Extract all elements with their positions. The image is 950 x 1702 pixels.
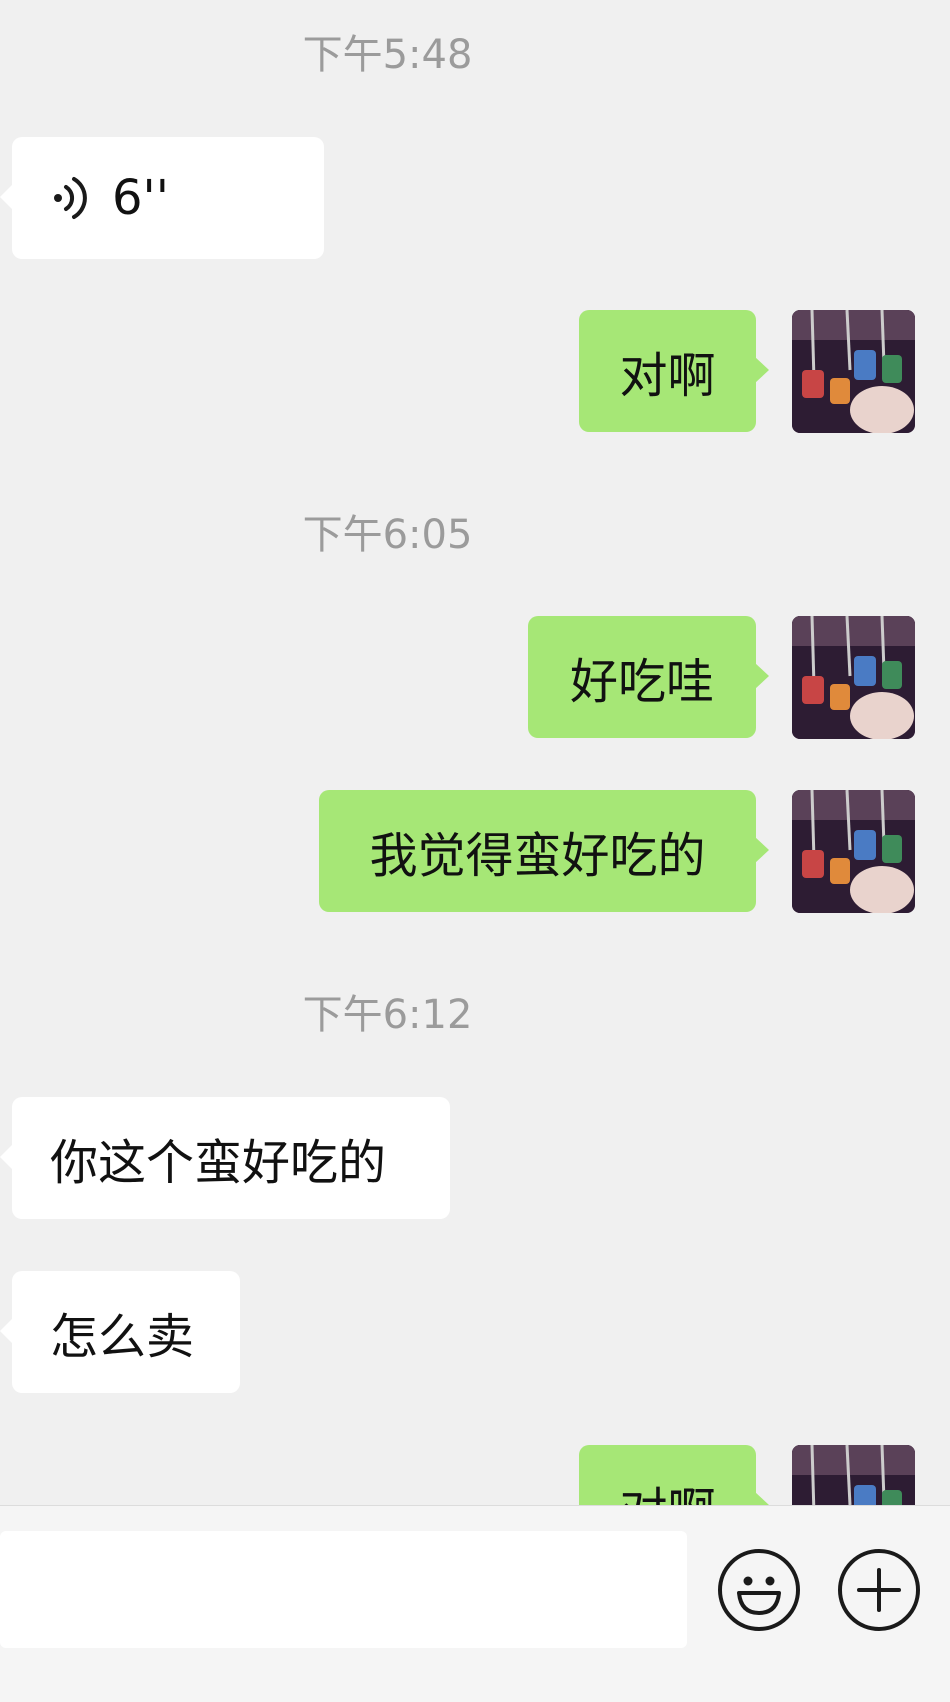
more-button[interactable] [838, 1549, 920, 1631]
message-text: 我觉得蛮好吃的 [369, 828, 706, 884]
voice-message-bubble[interactable]: 6'' [0, 137, 324, 259]
emoji-button[interactable] [718, 1549, 800, 1631]
message-text: 好吃哇 [569, 654, 714, 710]
avatar[interactable] [792, 310, 915, 433]
message-text: 对啊 [619, 1471, 715, 1505]
avatar[interactable] [792, 790, 915, 913]
outgoing-message-bubble[interactable]: 我觉得蛮好吃的 [319, 790, 769, 912]
message-text: 怎么卖 [50, 1309, 195, 1365]
outgoing-message-bubble[interactable]: 对啊 [579, 310, 769, 432]
voice-duration: 6'' [112, 170, 169, 226]
emoji-smile-icon [737, 1576, 781, 1615]
outgoing-message-bubble[interactable]: 对啊 [579, 1445, 769, 1505]
input-bar [0, 1505, 950, 1702]
chat-history[interactable]: 下午5:48 6'' 对啊 下午6:05 好吃哇 我觉得蛮好吃的 下午6:12 … [0, 0, 950, 1505]
incoming-message-bubble[interactable]: 怎么卖 [0, 1271, 240, 1393]
message-text: 对啊 [619, 348, 716, 404]
timestamp: 下午6:05 [302, 512, 473, 558]
timestamp: 下午6:12 [302, 992, 473, 1038]
message-text: 你这个蛮好吃的 [50, 1135, 387, 1191]
outgoing-message-bubble[interactable]: 好吃哇 [528, 616, 769, 738]
incoming-message-bubble[interactable]: 你这个蛮好吃的 [0, 1097, 450, 1219]
avatar[interactable] [792, 616, 915, 739]
voice-wave-icon [50, 173, 90, 223]
timestamp: 下午5:48 [302, 32, 473, 78]
avatar[interactable] [792, 1445, 915, 1505]
plus-circle-icon [857, 1568, 901, 1612]
message-input[interactable] [0, 1531, 687, 1648]
